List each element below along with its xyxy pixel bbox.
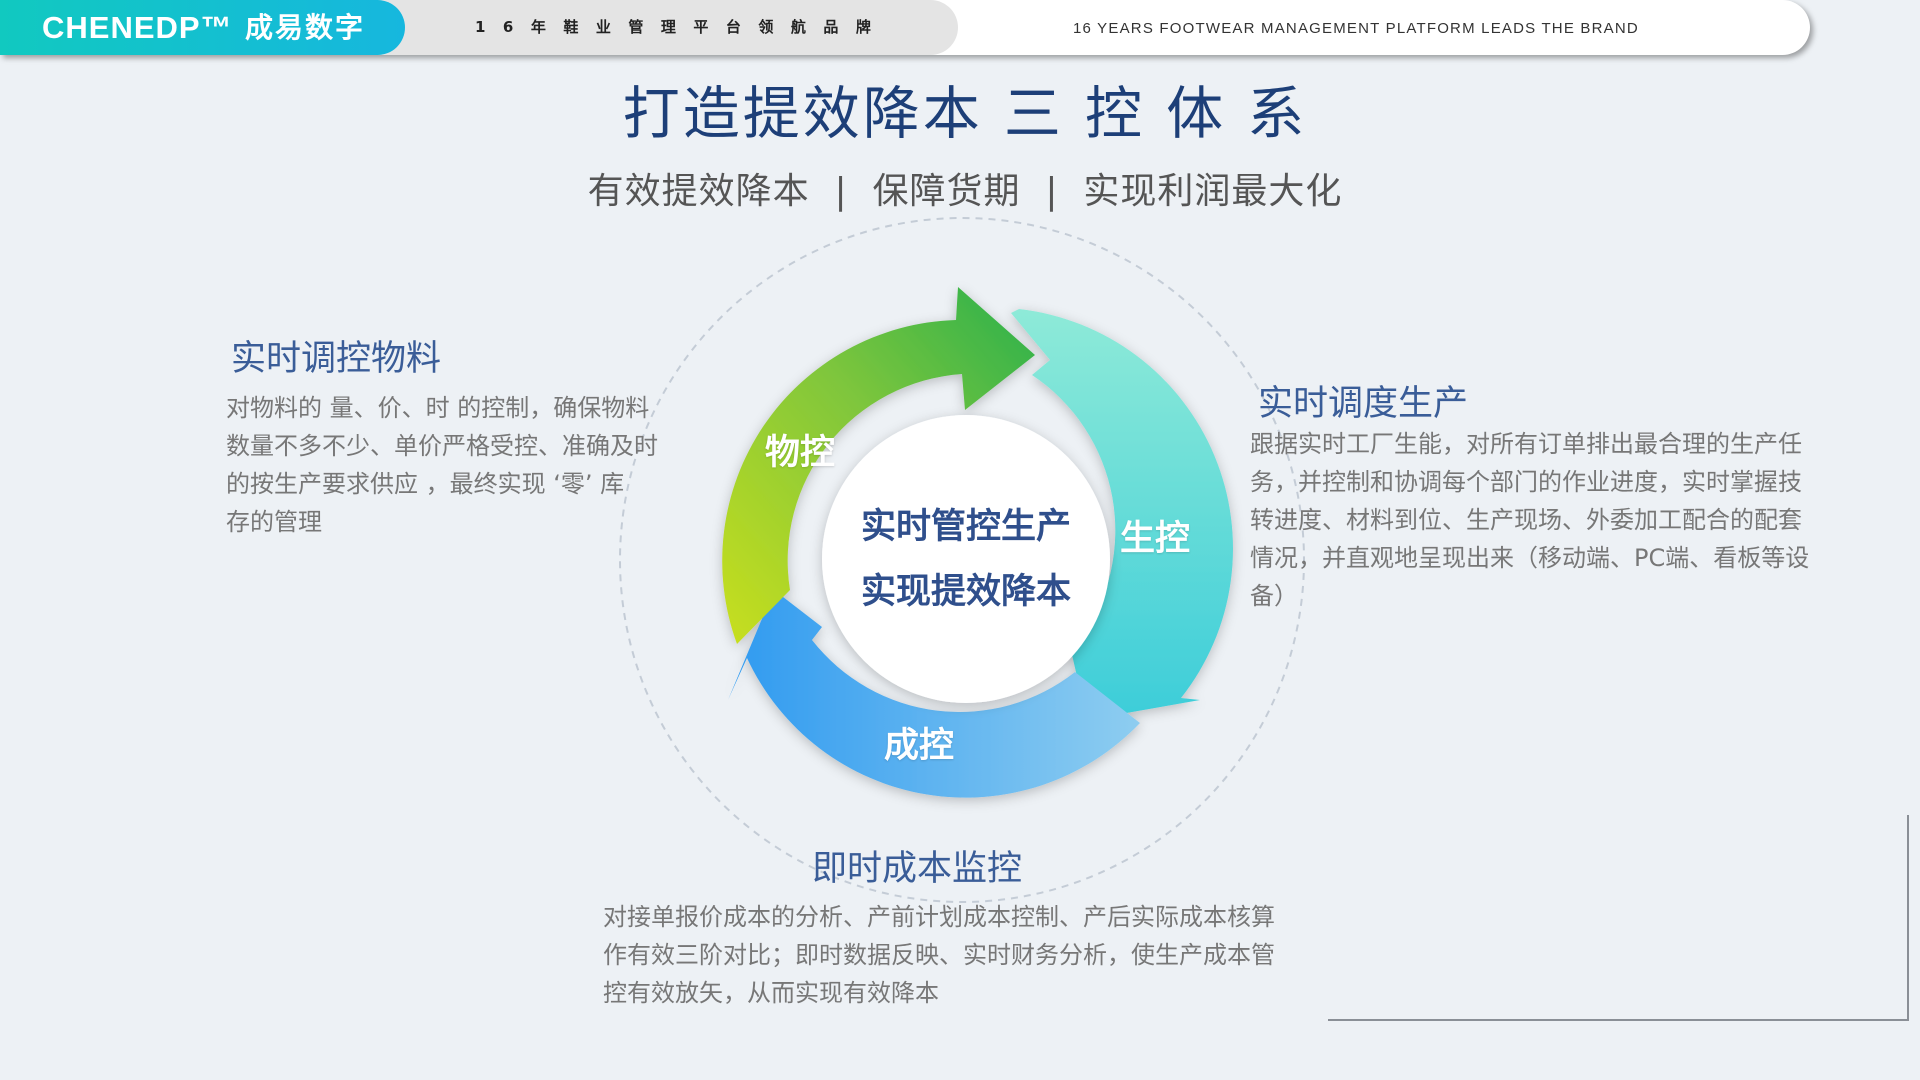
text-line: 对接单报价成本的分析、产前计划成本控制、产后实际成本核算	[603, 903, 1275, 931]
brand-name: CHENEDP™	[42, 10, 233, 45]
center-circle	[822, 415, 1110, 703]
segment-label-production: 生控	[1120, 519, 1191, 559]
slogan-cn: 16年鞋业管理平台领航品牌	[475, 18, 889, 36]
segment-label-cost: 成控	[884, 726, 955, 766]
center-text-line1: 实时管控生产	[860, 507, 1071, 547]
section-text-production: 跟据实时工厂生能，对所有订单排出最合理的生产任 务，并控制和协调每个部门的作业进…	[1250, 425, 1870, 615]
text-line: 控有效放矢，从而实现有效降本	[603, 979, 939, 1007]
segment-label-material: 物控	[765, 433, 836, 473]
slogan-en: 16 YEARS FOOTWEAR MANAGEMENT PLATFORM LE…	[1073, 20, 1639, 37]
section-text-cost: 对接单报价成本的分析、产前计划成本控制、产后实际成本核算 作有效三阶对比；即时数…	[603, 898, 1303, 1012]
text-line: 存的管理	[226, 508, 322, 536]
section-title-production: 实时调度生产	[1258, 384, 1469, 424]
text-line: 作有效三阶对比；即时数据反映、实时财务分析，使生产成本管	[603, 941, 1275, 969]
section-title-cost: 即时成本监控	[812, 849, 1023, 889]
brand-logo: CHENEDP™ 成易数字	[0, 0, 405, 55]
center-text-line2: 实现提效降本	[860, 572, 1071, 612]
text-line: 情况，并直观地呈现出来（移动端、PC端、看板等设	[1250, 544, 1810, 572]
text-line: 转进度、材料到位、生产现场、外委加工配合的配套	[1250, 506, 1802, 534]
corner-line-decoration	[1328, 815, 1909, 1021]
text-line: 的按生产要求供应 ，最终实现 ‘零’ 库	[226, 470, 625, 498]
text-line: 跟据实时工厂生能，对所有订单排出最合理的生产任	[1250, 430, 1802, 458]
brand-name-cn: 成易数字	[245, 12, 366, 43]
text-line: 务，并控制和协调每个部门的作业进度，实时掌握技	[1250, 468, 1802, 496]
text-line: 对物料的 量、价、时 的控制，确保物料	[226, 394, 650, 422]
text-line: 数量不多不少、单价严格受控、准确及时	[226, 432, 658, 460]
section-text-material: 对物料的 量、价、时 的控制，确保物料 数量不多不少、单价严格受控、准确及时 的…	[226, 389, 676, 541]
section-title-material: 实时调控物料	[231, 339, 442, 379]
text-line: 备）	[1250, 582, 1298, 610]
